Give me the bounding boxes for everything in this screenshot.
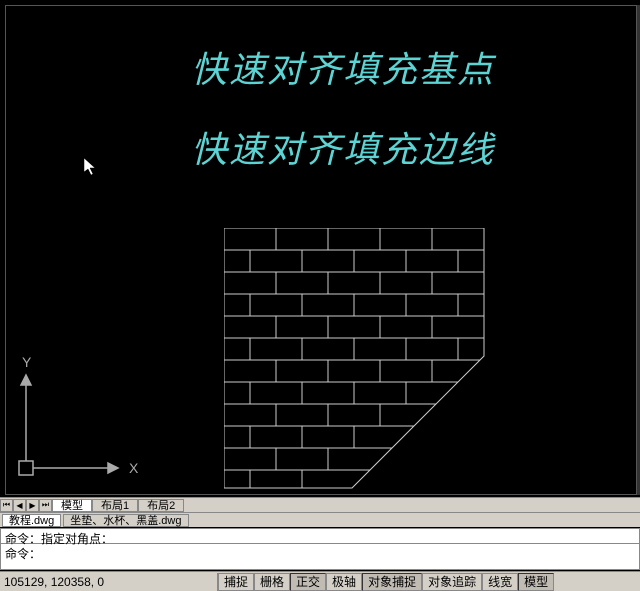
tab-model[interactable]: 模型 xyxy=(52,499,92,512)
coordinates-display[interactable]: 105129, 120358, 0 xyxy=(0,573,218,591)
snap-toggle[interactable]: 捕捉 xyxy=(218,573,254,591)
annotation-text-2: 快速对齐填充边线 xyxy=(191,121,495,173)
file-tab-inactive[interactable]: 坐垫、水杯、黑盖.dwg xyxy=(63,514,188,527)
otrack-toggle[interactable]: 对象追踪 xyxy=(422,573,482,591)
ucs-x-label: X xyxy=(129,460,139,476)
osnap-toggle[interactable]: 对象捕捉 xyxy=(362,573,422,591)
drawing-canvas[interactable]: 快速对齐填充基点 快速对齐填充边线 xyxy=(5,5,637,495)
brick-hatch-shape xyxy=(224,228,486,493)
annotation-text-1: 快速对齐填充基点 xyxy=(191,41,495,93)
mouse-cursor-icon xyxy=(84,158,100,179)
ortho-toggle[interactable]: 正交 xyxy=(290,573,326,591)
ucs-y-label: Y xyxy=(22,354,32,370)
tab-layout2[interactable]: 布局2 xyxy=(138,499,184,512)
nav-next-icon[interactable]: ▶ xyxy=(26,499,39,512)
layout-tab-bar: ⏮ ◀ ▶ ⏭ 模型 布局1 布局2 xyxy=(0,497,640,512)
nav-last-icon[interactable]: ⏭ xyxy=(39,499,52,512)
nav-prev-icon[interactable]: ◀ xyxy=(13,499,26,512)
lineweight-toggle[interactable]: 线宽 xyxy=(482,573,518,591)
tab-layout1[interactable]: 布局1 xyxy=(92,499,138,512)
grid-toggle[interactable]: 栅格 xyxy=(254,573,290,591)
file-tab-bar: 教程.dwg 坐垫、水杯、黑盖.dwg xyxy=(0,512,640,527)
command-window[interactable]: 命令：指定对角点： 命令： xyxy=(0,528,640,570)
model-paper-toggle[interactable]: 模型 xyxy=(518,573,554,591)
nav-first-icon[interactable]: ⏮ xyxy=(0,499,13,512)
ucs-icon: X Y xyxy=(16,353,146,486)
file-tab-active[interactable]: 教程.dwg xyxy=(2,514,61,527)
command-history-line: 命令：指定对角点： xyxy=(1,529,639,543)
polar-toggle[interactable]: 极轴 xyxy=(326,573,362,591)
status-bar: 105129, 120358, 0 捕捉 栅格 正交 极轴 对象捕捉 对象追踪 … xyxy=(0,571,640,591)
